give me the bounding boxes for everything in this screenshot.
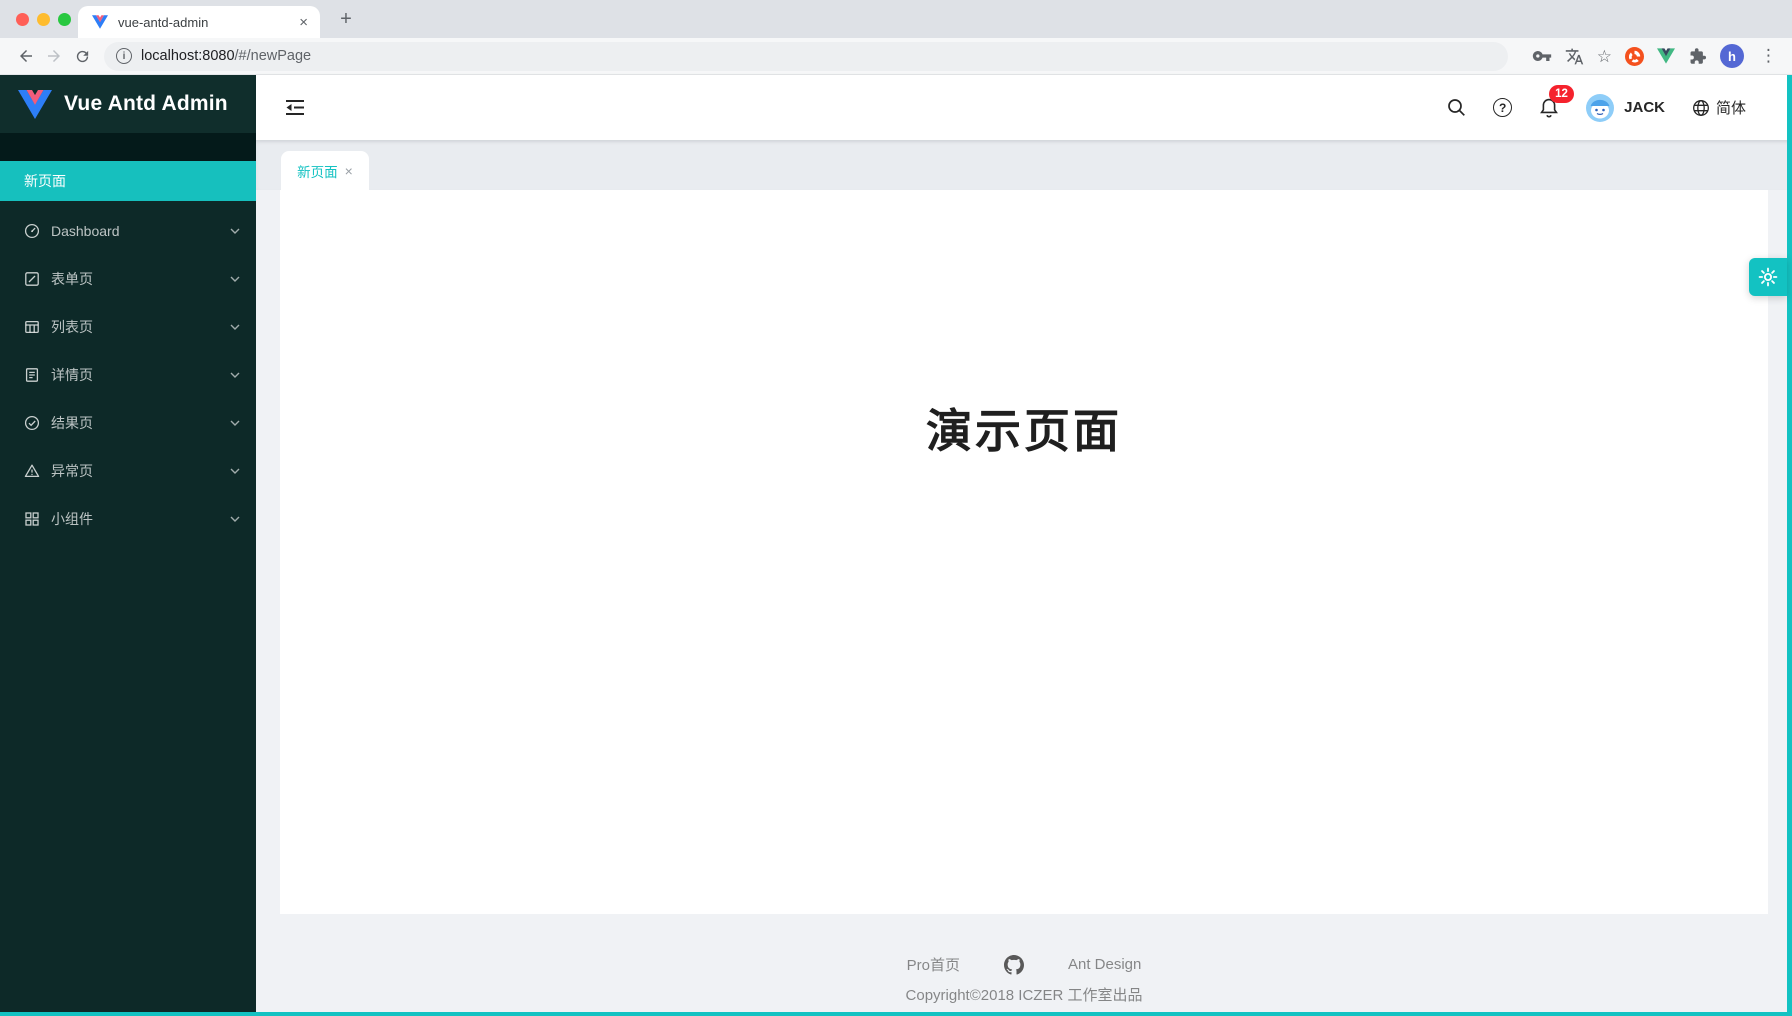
footer-links: Pro首页 Ant Design (256, 954, 1792, 975)
app-root: Vue Antd Admin 新页面 Dashboard (0, 75, 1792, 1016)
app-title: Vue Antd Admin (64, 92, 228, 116)
chevron-down-icon (230, 372, 240, 378)
browser-tabstrip: vue-antd-admin × + (0, 0, 1792, 38)
chevron-down-icon (230, 516, 240, 522)
page-footer: Pro首页 Ant Design Copyright©2018 ICZER 工作… (256, 914, 1792, 1005)
tab-close-icon[interactable]: × (297, 14, 310, 31)
window-controls (16, 13, 71, 26)
user-avatar (1586, 94, 1614, 122)
notification-badge: 12 (1549, 85, 1574, 103)
warning-icon (24, 463, 40, 479)
forward-button[interactable] (40, 42, 68, 70)
sidebar-item-dashboard[interactable]: Dashboard (0, 211, 256, 251)
help-icon[interactable]: ? (1493, 98, 1512, 117)
user-menu[interactable]: JACK (1586, 94, 1665, 122)
url-text: localhost:8080/#/newPage (141, 48, 311, 64)
settings-drawer-button[interactable] (1749, 258, 1787, 296)
table-icon (24, 319, 40, 335)
footer-copyright: Copyright©2018 ICZER 工作室出品 (256, 984, 1792, 1005)
browser-actions: ☆ h ⋮ (1532, 44, 1780, 68)
sidebar-item-widgets[interactable]: 小组件 (0, 499, 256, 539)
footer-link-ant-design[interactable]: Ant Design (1068, 956, 1141, 973)
gear-icon (1757, 266, 1779, 288)
username-label: JACK (1624, 99, 1665, 116)
chevron-down-icon (230, 228, 240, 234)
sidebar-item-list[interactable]: 列表页 (0, 307, 256, 347)
chevron-down-icon (230, 420, 240, 426)
sidebar-item-result[interactable]: 结果页 (0, 403, 256, 443)
globe-icon (1692, 99, 1710, 117)
search-icon[interactable] (1447, 98, 1466, 117)
extension-orange-icon[interactable] (1625, 47, 1644, 66)
tab-close-icon[interactable]: × (345, 163, 353, 179)
form-icon (24, 271, 40, 287)
browser-menu-icon[interactable]: ⋮ (1757, 46, 1780, 66)
menu-fold-icon[interactable] (282, 95, 308, 121)
accent-edge-right (1787, 75, 1792, 1016)
browser-window: vue-antd-admin × + i localhost:8080/#/ne… (0, 0, 1792, 1016)
back-button[interactable] (12, 42, 40, 70)
app-header: ? 12 JACK (256, 75, 1792, 140)
extensions-puzzle-icon[interactable] (1688, 47, 1707, 66)
bookmark-star-icon[interactable]: ☆ (1597, 48, 1612, 65)
sidebar: Vue Antd Admin 新页面 Dashboard (0, 75, 256, 1016)
sidebar-item-form[interactable]: 表单页 (0, 259, 256, 299)
profile-icon (24, 367, 40, 383)
sidebar-divider (0, 133, 256, 161)
sidebar-item-new-page[interactable]: 新页面 (0, 161, 256, 201)
accent-edge-bottom (0, 1012, 1792, 1016)
chevron-down-icon (230, 324, 240, 330)
tab-new-page[interactable]: 新页面 × (281, 151, 369, 190)
window-zoom-button[interactable] (58, 13, 71, 26)
sidebar-item-detail[interactable]: 详情页 (0, 355, 256, 395)
vue-favicon-icon (92, 15, 108, 29)
language-label: 简体 (1716, 97, 1746, 118)
app-logo: Vue Antd Admin (0, 75, 256, 133)
footer-link-pro-home[interactable]: Pro首页 (907, 954, 960, 975)
chevron-down-icon (230, 468, 240, 474)
browser-toolbar: i localhost:8080/#/newPage ☆ h ⋮ (0, 38, 1792, 75)
address-bar[interactable]: i localhost:8080/#/newPage (104, 42, 1508, 71)
site-info-icon[interactable]: i (116, 48, 132, 64)
translate-icon[interactable] (1565, 47, 1584, 66)
page-title: 演示页面 (926, 395, 1122, 461)
sidebar-item-exception[interactable]: 异常页 (0, 451, 256, 491)
reload-button[interactable] (68, 42, 96, 70)
language-switcher[interactable]: 简体 (1692, 97, 1746, 118)
window-minimize-button[interactable] (37, 13, 50, 26)
browser-profile-avatar[interactable]: h (1720, 44, 1744, 68)
password-key-icon[interactable] (1532, 46, 1552, 66)
window-close-button[interactable] (16, 13, 29, 26)
vue-logo-icon (18, 90, 52, 119)
github-icon[interactable] (1004, 955, 1024, 975)
main-area: ? 12 JACK (256, 75, 1792, 1016)
content-card: 演示页面 (280, 190, 1768, 914)
dashboard-icon (24, 223, 40, 239)
sidebar-menu: 新页面 Dashboard 表单页 (0, 161, 256, 547)
header-actions: ? 12 JACK (1447, 94, 1766, 122)
notification-bell-icon[interactable]: 12 (1539, 97, 1559, 118)
vue-devtools-icon[interactable] (1657, 48, 1675, 64)
browser-tab[interactable]: vue-antd-admin × (78, 6, 320, 38)
appstore-icon (24, 511, 40, 527)
check-circle-icon (24, 415, 40, 431)
chevron-down-icon (230, 276, 240, 282)
new-tab-button[interactable]: + (334, 7, 358, 31)
page-tabbar: 新页面 × (256, 140, 1792, 190)
browser-tab-title: vue-antd-admin (118, 15, 297, 30)
